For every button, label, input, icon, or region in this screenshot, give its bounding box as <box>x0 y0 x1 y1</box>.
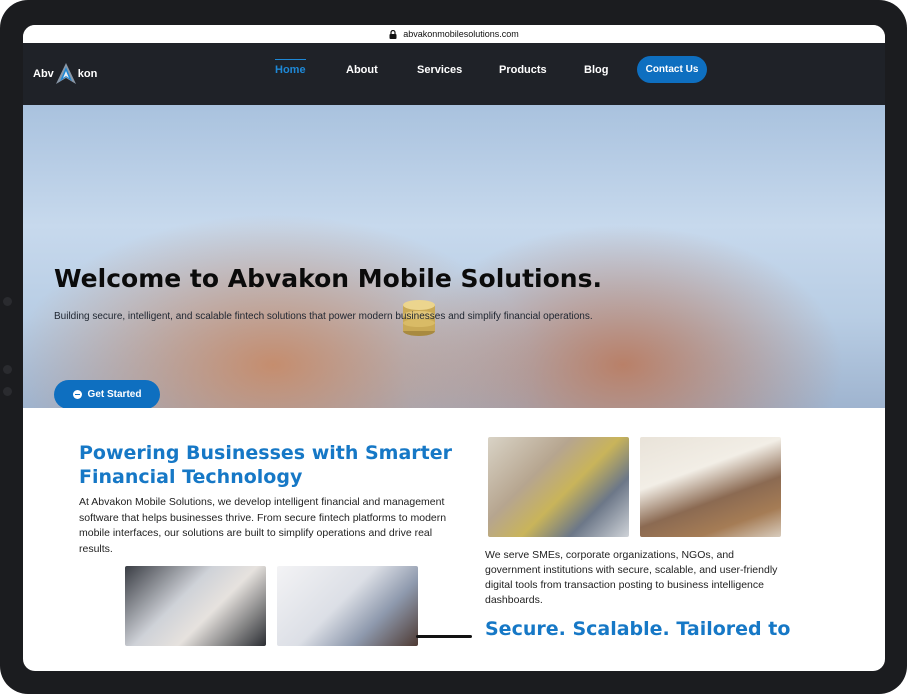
lock-icon <box>389 29 397 39</box>
section-title: Powering Businesses with Smarter Financi… <box>79 442 453 488</box>
contact-us-button[interactable]: Contact Us <box>637 56 707 83</box>
address-bar[interactable]: abvakonmobilesolutions.com <box>23 25 885 43</box>
secure-scalable-heading: Secure. Scalable. Tailored to <box>485 618 791 640</box>
side-button <box>3 365 12 374</box>
hero-banner: Welcome to Abvakon Mobile Solutions. Bui… <box>23 105 885 408</box>
site-navbar: Abv kon Home About Services Products Blo… <box>23 43 885 105</box>
team-meeting-photo <box>488 437 629 537</box>
scroll-indicator <box>416 635 472 638</box>
hero-subtitle: Building secure, intelligent, and scalab… <box>54 311 593 322</box>
get-started-button[interactable]: Get Started <box>54 380 160 408</box>
mobile-app-photo <box>125 566 266 646</box>
whiteboard-meeting-photo <box>640 437 781 537</box>
nav-home[interactable]: Home <box>275 59 306 77</box>
arrow-circle-icon <box>72 390 82 399</box>
nav-products[interactable]: Products <box>499 63 547 77</box>
section-body: At Abvakon Mobile Solutions, we develop … <box>79 496 447 555</box>
logo-mark-icon <box>55 63 76 84</box>
hero-title: Welcome to Abvakon Mobile Solutions. <box>54 264 602 293</box>
services-description: We serve SMEs, corporate organizations, … <box>485 549 778 606</box>
laptop-dashboard-photo <box>277 566 418 646</box>
logo-text-right: kon <box>77 68 98 80</box>
nav-about[interactable]: About <box>346 63 378 77</box>
nav-blog[interactable]: Blog <box>584 63 608 77</box>
url-text[interactable]: abvakonmobilesolutions.com <box>403 29 519 39</box>
side-button <box>3 297 12 306</box>
nav-services[interactable]: Services <box>417 63 462 77</box>
logo-text-left: Abv <box>33 68 54 80</box>
site-logo[interactable]: Abv kon <box>33 63 97 85</box>
side-button <box>3 387 12 396</box>
get-started-label: Get Started <box>87 389 142 400</box>
